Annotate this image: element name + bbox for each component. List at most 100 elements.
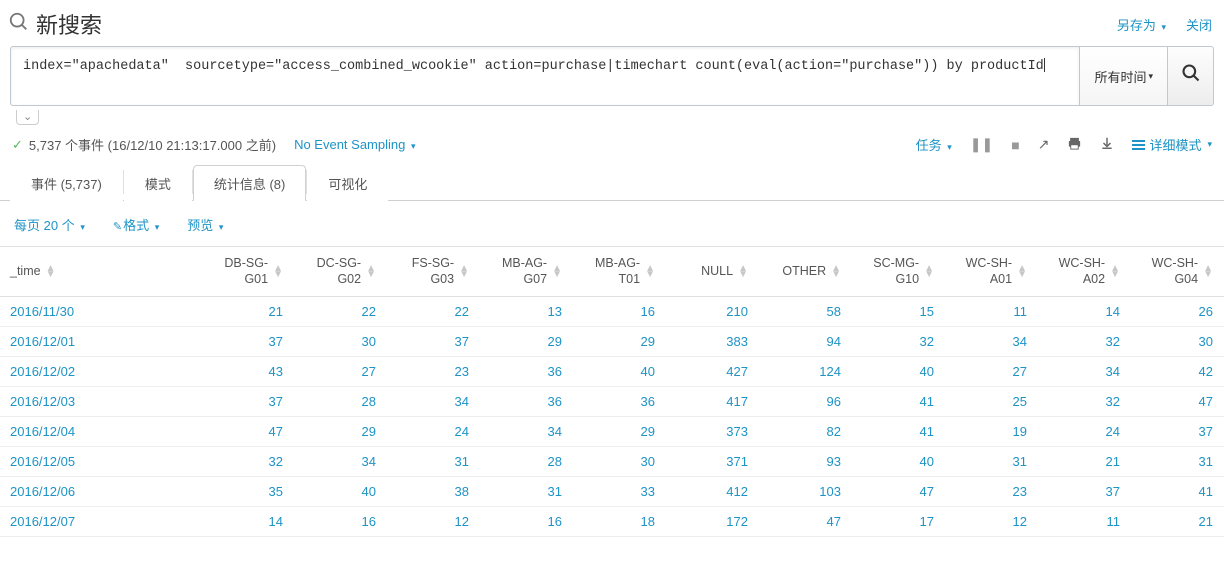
cell-value[interactable]: 34 xyxy=(1037,357,1130,387)
tab-events[interactable]: 事件 (5,737) xyxy=(10,165,123,201)
cell-value[interactable]: 36 xyxy=(479,387,572,417)
cell-value[interactable]: 18 xyxy=(572,507,665,537)
cell-value[interactable]: 82 xyxy=(758,417,851,447)
tab-patterns[interactable]: 模式 xyxy=(124,165,192,201)
cell-value[interactable]: 29 xyxy=(479,327,572,357)
cell-value[interactable]: 47 xyxy=(200,417,293,447)
cell-value[interactable]: 28 xyxy=(293,387,386,417)
cell-value[interactable]: 38 xyxy=(386,477,479,507)
cell-value[interactable]: 29 xyxy=(572,327,665,357)
search-mode-menu[interactable]: 详细模式 ▾ xyxy=(1132,135,1212,154)
cell-value[interactable]: 41 xyxy=(851,387,944,417)
cell-value[interactable]: 417 xyxy=(665,387,758,417)
search-query-input[interactable]: index="apachedata" sourcetype="access_co… xyxy=(10,46,1080,106)
column-SC-MG-G10[interactable]: SC-MG-G10▲▼ xyxy=(851,247,944,297)
cell-value[interactable]: 32 xyxy=(1037,387,1130,417)
column-NULL[interactable]: NULL▲▼ xyxy=(665,247,758,297)
cell-value[interactable]: 47 xyxy=(851,477,944,507)
cell-value[interactable]: 124 xyxy=(758,357,851,387)
column-OTHER[interactable]: OTHER▲▼ xyxy=(758,247,851,297)
cell-value[interactable]: 17 xyxy=(851,507,944,537)
cell-value[interactable]: 12 xyxy=(944,507,1037,537)
column-WC-SH-A01[interactable]: WC-SH-A01▲▼ xyxy=(944,247,1037,297)
cell-value[interactable]: 26 xyxy=(1130,297,1223,327)
cell-value[interactable]: 41 xyxy=(851,417,944,447)
cell-time[interactable]: 2016/12/06 xyxy=(0,477,200,507)
cell-value[interactable]: 31 xyxy=(386,447,479,477)
cell-value[interactable]: 14 xyxy=(1037,297,1130,327)
cell-value[interactable]: 58 xyxy=(758,297,851,327)
cell-value[interactable]: 373 xyxy=(665,417,758,447)
cell-value[interactable]: 30 xyxy=(1130,327,1223,357)
cell-time[interactable]: 2016/12/04 xyxy=(0,417,200,447)
cell-value[interactable]: 40 xyxy=(851,447,944,477)
cell-value[interactable]: 19 xyxy=(944,417,1037,447)
cell-value[interactable]: 28 xyxy=(479,447,572,477)
share-button[interactable]: ↗ xyxy=(1038,136,1050,153)
column-WC-SH-A02[interactable]: WC-SH-A02▲▼ xyxy=(1037,247,1130,297)
cell-time[interactable]: 2016/12/01 xyxy=(0,327,200,357)
cell-value[interactable]: 93 xyxy=(758,447,851,477)
cell-value[interactable]: 30 xyxy=(572,447,665,477)
event-sampling-menu[interactable]: No Event Sampling ▾ xyxy=(294,137,415,152)
cell-value[interactable]: 37 xyxy=(386,327,479,357)
cell-value[interactable]: 34 xyxy=(293,447,386,477)
cell-value[interactable]: 40 xyxy=(293,477,386,507)
cell-value[interactable]: 25 xyxy=(944,387,1037,417)
cell-value[interactable]: 34 xyxy=(944,327,1037,357)
cell-value[interactable]: 22 xyxy=(386,297,479,327)
save-as-menu[interactable]: 另存为 ▾ xyxy=(1117,15,1166,34)
cell-value[interactable]: 23 xyxy=(386,357,479,387)
cell-value[interactable]: 37 xyxy=(200,387,293,417)
cell-time[interactable]: 2016/12/05 xyxy=(0,447,200,477)
cell-value[interactable]: 31 xyxy=(479,477,572,507)
cell-value[interactable]: 11 xyxy=(1037,507,1130,537)
cell-value[interactable]: 30 xyxy=(293,327,386,357)
rows-per-page-menu[interactable]: 每页 20 个 ▾ xyxy=(14,215,85,234)
cell-value[interactable]: 43 xyxy=(200,357,293,387)
cell-value[interactable]: 13 xyxy=(479,297,572,327)
cell-value[interactable]: 383 xyxy=(665,327,758,357)
cell-value[interactable]: 41 xyxy=(1130,477,1223,507)
column-DB-SG-G01[interactable]: DB-SG-G01▲▼ xyxy=(200,247,293,297)
format-menu[interactable]: ✎格式 ▾ xyxy=(113,215,159,234)
cell-value[interactable]: 24 xyxy=(386,417,479,447)
cell-time[interactable]: 2016/12/07 xyxy=(0,507,200,537)
cell-value[interactable]: 371 xyxy=(665,447,758,477)
column-MB-AG-T01[interactable]: MB-AG-T01▲▼ xyxy=(572,247,665,297)
time-range-picker[interactable]: 所有时间 ▾ xyxy=(1080,46,1168,106)
cell-value[interactable]: 96 xyxy=(758,387,851,417)
cell-value[interactable]: 94 xyxy=(758,327,851,357)
column-MB-AG-G07[interactable]: MB-AG-G07▲▼ xyxy=(479,247,572,297)
cell-value[interactable]: 427 xyxy=(665,357,758,387)
cell-value[interactable]: 34 xyxy=(479,417,572,447)
cell-value[interactable]: 37 xyxy=(1130,417,1223,447)
cell-value[interactable]: 36 xyxy=(479,357,572,387)
cell-value[interactable]: 14 xyxy=(200,507,293,537)
cell-value[interactable]: 16 xyxy=(293,507,386,537)
cell-value[interactable]: 32 xyxy=(1037,327,1130,357)
cell-value[interactable]: 172 xyxy=(665,507,758,537)
stop-button[interactable]: ■ xyxy=(1011,137,1019,153)
column-WC-SH-G04[interactable]: WC-SH-G04▲▼ xyxy=(1130,247,1223,297)
cell-value[interactable]: 29 xyxy=(572,417,665,447)
cell-value[interactable]: 21 xyxy=(1130,507,1223,537)
cell-value[interactable]: 40 xyxy=(851,357,944,387)
cell-value[interactable]: 33 xyxy=(572,477,665,507)
cell-value[interactable]: 47 xyxy=(758,507,851,537)
column-time[interactable]: _time▲▼ xyxy=(0,247,200,297)
cell-value[interactable]: 31 xyxy=(944,447,1037,477)
cell-value[interactable]: 12 xyxy=(386,507,479,537)
cell-value[interactable]: 27 xyxy=(293,357,386,387)
cell-value[interactable]: 21 xyxy=(1037,447,1130,477)
cell-value[interactable]: 32 xyxy=(851,327,944,357)
cell-value[interactable]: 31 xyxy=(1130,447,1223,477)
cell-value[interactable]: 47 xyxy=(1130,387,1223,417)
cell-value[interactable]: 21 xyxy=(200,297,293,327)
cell-value[interactable]: 16 xyxy=(572,297,665,327)
cell-value[interactable]: 103 xyxy=(758,477,851,507)
cell-time[interactable]: 2016/12/02 xyxy=(0,357,200,387)
column-FS-SG-G03[interactable]: FS-SG-G03▲▼ xyxy=(386,247,479,297)
cell-value[interactable]: 29 xyxy=(293,417,386,447)
cell-value[interactable]: 15 xyxy=(851,297,944,327)
